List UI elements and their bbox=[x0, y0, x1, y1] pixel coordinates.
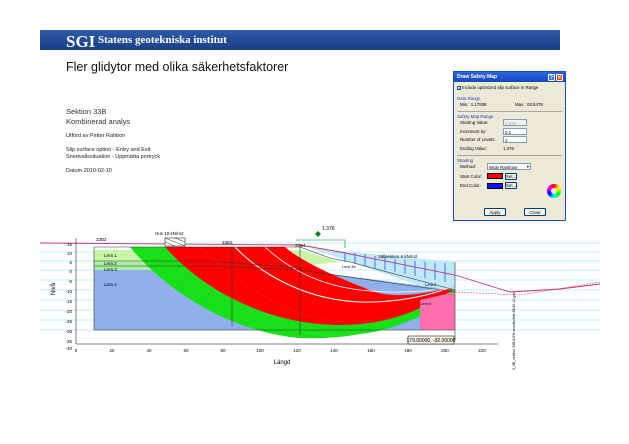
svg-text:-30: -30 bbox=[65, 329, 72, 334]
data-min: Min.: 1.17938 bbox=[460, 101, 487, 107]
svg-text:Hus 10 kN/m2: Hus 10 kN/m2 bbox=[155, 231, 184, 236]
svg-text:200: 200 bbox=[441, 348, 449, 353]
svg-text:33B2: 33B2 bbox=[96, 237, 107, 242]
method-select[interactable]: Wide Rainbow ▾ bbox=[487, 163, 531, 170]
svg-text:3_3B_sektion 33B A 5% sensitiv: 3_3B_sektion 33B A 5% sensitivitets-DK40… bbox=[512, 292, 516, 370]
svg-text:60: 60 bbox=[183, 348, 189, 353]
svg-text:Lera 3a: Lera 3a bbox=[342, 264, 356, 269]
svg-text:-10: -10 bbox=[65, 289, 72, 294]
critical-center-marker bbox=[315, 231, 321, 237]
svg-text:Lera 1: Lera 1 bbox=[104, 253, 117, 258]
svg-text:100: 100 bbox=[256, 348, 264, 353]
svg-text:Lera 2: Lera 2 bbox=[104, 261, 117, 266]
apply-button[interactable]: Apply bbox=[484, 208, 506, 216]
svg-text:Lera 6: Lera 6 bbox=[420, 301, 432, 306]
svg-text:120: 120 bbox=[293, 348, 301, 353]
svg-text:-5: -5 bbox=[68, 279, 72, 284]
svg-text:Lera 3: Lera 3 bbox=[104, 267, 117, 272]
svg-text:220: 220 bbox=[478, 348, 486, 353]
start-color-swatch bbox=[487, 173, 503, 179]
end-color-swatch bbox=[487, 182, 503, 189]
chevron-down-icon: ▾ bbox=[526, 164, 529, 169]
svg-text:15: 15 bbox=[67, 242, 73, 247]
draw-safety-map-dialog: Draw Safety Map ? ✕ ✓Include optimized s… bbox=[453, 71, 566, 221]
svg-text:180: 180 bbox=[404, 348, 412, 353]
svg-text:Lera 2: Lera 2 bbox=[425, 282, 437, 287]
checkbox-icon[interactable]: ✓ bbox=[457, 85, 461, 90]
svg-text:Vallsektion 6 kN/m2: Vallsektion 6 kN/m2 bbox=[378, 254, 418, 259]
svg-text:33B3: 33B3 bbox=[222, 240, 233, 245]
x-axis-label: Längd bbox=[274, 360, 291, 366]
svg-text:160: 160 bbox=[367, 348, 375, 353]
starting-value-input[interactable]: 1.376 bbox=[503, 119, 527, 126]
increment-input[interactable]: 0.1 bbox=[503, 127, 527, 135]
close-button[interactable]: Close bbox=[524, 208, 546, 216]
svg-text:40: 40 bbox=[146, 348, 152, 353]
slope-stability-plot[interactable]: 1.376 33B2 Hus 10 kN/m2 33B3 33B4 Vallse… bbox=[0, 0, 629, 444]
dialog-title: Draw Safety Map ? ✕ bbox=[454, 72, 565, 82]
svg-text:-15: -15 bbox=[65, 299, 72, 304]
end-color-set-button[interactable]: Set... bbox=[505, 182, 517, 189]
start-color-set-button[interactable]: Set... bbox=[505, 172, 517, 180]
color-wheel-icon bbox=[547, 184, 561, 198]
svg-text:-25: -25 bbox=[65, 319, 72, 324]
svg-text:-40: -40 bbox=[65, 346, 72, 351]
svg-text:179.00000, -32.00000: 179.00000, -32.00000 bbox=[407, 338, 456, 344]
close-icon[interactable]: ✕ bbox=[556, 73, 563, 81]
svg-text:20: 20 bbox=[109, 348, 115, 353]
factor-label: 1.376 bbox=[322, 226, 335, 232]
svg-text:-20: -20 bbox=[65, 309, 72, 314]
levels-input[interactable]: 2 bbox=[503, 136, 527, 143]
svg-text:33B4: 33B4 bbox=[295, 243, 306, 248]
svg-text:80: 80 bbox=[220, 348, 226, 353]
data-max: Max.: 03.5478 bbox=[515, 101, 543, 107]
svg-text:140: 140 bbox=[330, 348, 338, 353]
ending-value: 1.376 bbox=[503, 145, 514, 151]
svg-text:Lera 4: Lera 4 bbox=[104, 282, 117, 287]
svg-text:0: 0 bbox=[75, 348, 78, 353]
y-axis-label: Nivå bbox=[50, 282, 57, 295]
help-icon[interactable]: ? bbox=[548, 73, 555, 81]
svg-text:-35: -35 bbox=[65, 339, 72, 344]
svg-text:10: 10 bbox=[67, 251, 73, 256]
include-optimized-checkbox[interactable]: ✓Include optimized slip surface in Range bbox=[457, 85, 562, 94]
